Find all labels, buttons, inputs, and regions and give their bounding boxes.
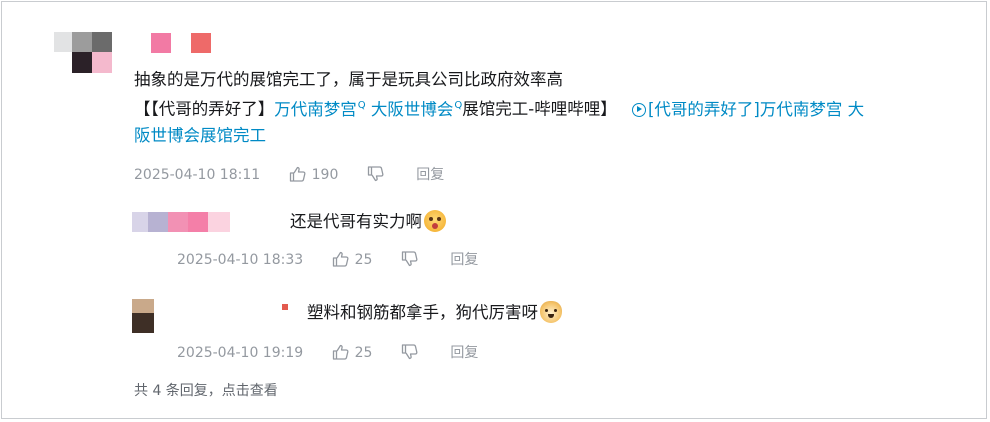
reply-meta: 2025-04-10 18:33 25 回复 [177, 250, 478, 270]
like-button[interactable]: 25 [332, 250, 373, 270]
comment-text-line2: 【【代哥的弄好了】万代南梦宫Q 大阪世博会Q展馆完工-哔哩哔哩】 [代哥的弄好了… [134, 93, 964, 123]
comment-text-prefix: 【【代哥的弄好了】 [134, 99, 275, 119]
like-button[interactable]: 190 [289, 165, 339, 185]
dislike-button[interactable] [401, 250, 418, 270]
comment-text-mid: 展馆完工-哔哩哔哩】 [462, 99, 617, 119]
reply-time: 2025-04-10 19:19 [177, 345, 304, 361]
like-count: 190 [311, 167, 339, 183]
comment-time: 2025-04-10 18:11 [134, 167, 261, 183]
reply-text: 还是代哥有实力啊 [290, 212, 422, 231]
thumbs-up-icon [289, 166, 306, 182]
doge-emoji-icon [540, 301, 562, 323]
like-count: 25 [354, 252, 373, 268]
avatar[interactable] [54, 32, 112, 73]
username-blurred[interactable] [151, 33, 231, 53]
reply-avatar[interactable] [132, 299, 154, 333]
thumbs-down-icon [401, 251, 418, 267]
search-link-expo[interactable]: 大阪世博会Q [371, 100, 462, 119]
search-link-bandai[interactable]: 万代南梦宫Q [274, 100, 365, 119]
reply-content: 塑料和钢筋都拿手，狗代厉害呀 [307, 301, 562, 325]
video-link-continued[interactable]: 阪世博会展馆完工 [134, 123, 964, 149]
thumbs-up-icon [332, 251, 349, 267]
reply-username-blurred[interactable] [132, 212, 230, 232]
reply-text: 塑料和钢筋都拿手，狗代厉害呀 [307, 303, 538, 322]
like-count: 25 [354, 345, 373, 361]
thumbs-down-icon [367, 166, 384, 182]
view-more-replies-link[interactable]: 共 4 条回复，点击查看 [134, 381, 278, 401]
comment-meta: 2025-04-10 18:11 190 回复 [134, 165, 444, 185]
dislike-button[interactable] [401, 343, 418, 363]
reply-username-blurred[interactable] [282, 304, 292, 310]
reply-button[interactable]: 回复 [416, 165, 444, 185]
thumbs-up-icon [332, 344, 349, 360]
reply-content: 还是代哥有实力啊 [290, 210, 446, 234]
thumbs-down-icon [401, 344, 418, 360]
reply-button[interactable]: 回复 [450, 343, 478, 363]
comment-content: 抽象的是万代的展馆完工了，属于是玩具公司比政府效率高 【【代哥的弄好了】万代南梦… [134, 67, 964, 149]
comment-card: 抽象的是万代的展馆完工了，属于是玩具公司比政府效率高 【【代哥的弄好了】万代南梦… [1, 1, 987, 419]
play-icon [631, 102, 646, 117]
dislike-button[interactable] [367, 165, 384, 185]
video-link[interactable]: [代哥的弄好了]万代南梦宫 大 [631, 100, 864, 119]
reply-meta: 2025-04-10 19:19 25 回复 [177, 343, 478, 363]
search-icon: Q [357, 100, 366, 111]
wow-face-emoji-icon [424, 210, 446, 232]
reply-time: 2025-04-10 18:33 [177, 252, 304, 268]
like-button[interactable]: 25 [332, 343, 373, 363]
reply-button[interactable]: 回复 [450, 250, 478, 270]
comment-text-line1: 抽象的是万代的展馆完工了，属于是玩具公司比政府效率高 [134, 70, 563, 89]
